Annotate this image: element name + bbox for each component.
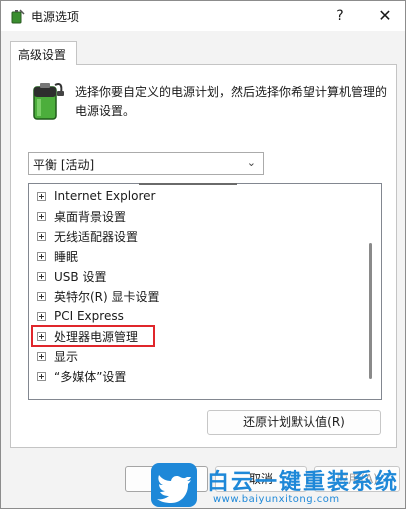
close-button[interactable]: ✕ xyxy=(365,1,405,31)
tab-advanced-settings[interactable]: 高级设置 xyxy=(10,41,77,65)
expand-icon[interactable] xyxy=(37,271,46,281)
expand-icon[interactable] xyxy=(37,211,46,221)
settings-tree[interactable]: Internet Explorer 桌面背景设置 无线适配器设置 睡眠 USB … xyxy=(28,183,382,400)
chevron-down-icon: ⌄ xyxy=(246,156,256,169)
tree-item-label: 睡眠 xyxy=(54,249,79,264)
tree-item-internet-explorer[interactable]: Internet Explorer xyxy=(37,187,155,205)
tree-item-label: 无线适配器设置 xyxy=(54,229,139,244)
power-plan-value: 平衡 [活动] xyxy=(33,158,95,172)
watermark: 白云一键重装系统 www.baiyunxitong.com xyxy=(151,463,403,507)
watermark-text: 白云一键重装系统 xyxy=(207,470,400,495)
tree-item-usb[interactable]: USB 设置 xyxy=(37,267,106,285)
expand-icon[interactable] xyxy=(37,231,46,241)
tree-item-sleep[interactable]: 睡眠 xyxy=(37,247,78,265)
tree-scrollbar[interactable] xyxy=(369,243,372,379)
expand-icon[interactable] xyxy=(37,311,46,321)
tree-item-label: 桌面背景设置 xyxy=(54,209,127,224)
expand-icon[interactable] xyxy=(37,251,46,261)
help-button[interactable]: ? xyxy=(323,1,357,31)
tree-item-label: 英特尔(R) 显卡设置 xyxy=(54,289,160,304)
tree-item-label: “多媒体”设置 xyxy=(54,369,127,384)
tree-item-intel-graphics[interactable]: 英特尔(R) 显卡设置 xyxy=(37,287,160,305)
window-title: 电源选项 xyxy=(31,10,80,24)
twitter-bird-icon xyxy=(151,463,197,507)
tree-item-wireless-adapter[interactable]: 无线适配器设置 xyxy=(37,227,138,245)
power-options-dialog: 电源选项 ? ✕ 高级设置 选择你要自定义的电源计划，然后选择你希望计算机管理的… xyxy=(0,0,406,509)
tree-item-multimedia[interactable]: “多媒体”设置 xyxy=(37,367,126,385)
title-bar[interactable]: 电源选项 ? ✕ xyxy=(1,1,405,31)
tree-item-label: USB 设置 xyxy=(54,269,107,284)
expand-icon[interactable] xyxy=(37,371,46,381)
tree-item-display[interactable]: 显示 xyxy=(37,347,78,365)
tree-item-label: 显示 xyxy=(54,349,79,364)
restore-defaults-button[interactable]: 还原计划默认值(R) xyxy=(207,410,381,435)
watermark-url: www.baiyunxitong.com xyxy=(213,494,340,505)
description-text: 选择你要自定义的电源计划，然后选择你希望计算机管理的电源设置。 xyxy=(75,85,388,118)
power-plan-select[interactable]: 平衡 [活动] ⌄ xyxy=(28,152,264,175)
tree-top-edge xyxy=(139,183,237,185)
tree-item-label: Internet Explorer xyxy=(54,189,156,203)
expand-icon[interactable] xyxy=(37,351,46,361)
expand-icon[interactable] xyxy=(37,291,46,301)
highlight-box xyxy=(31,325,155,347)
tree-item-label: PCI Express xyxy=(54,309,124,323)
tree-item-pci-express[interactable]: PCI Express xyxy=(37,307,124,325)
battery-icon xyxy=(33,83,64,120)
tree-item-desktop-background[interactable]: 桌面背景设置 xyxy=(37,207,126,225)
expand-icon[interactable] xyxy=(37,191,46,201)
power-options-icon xyxy=(11,9,25,24)
